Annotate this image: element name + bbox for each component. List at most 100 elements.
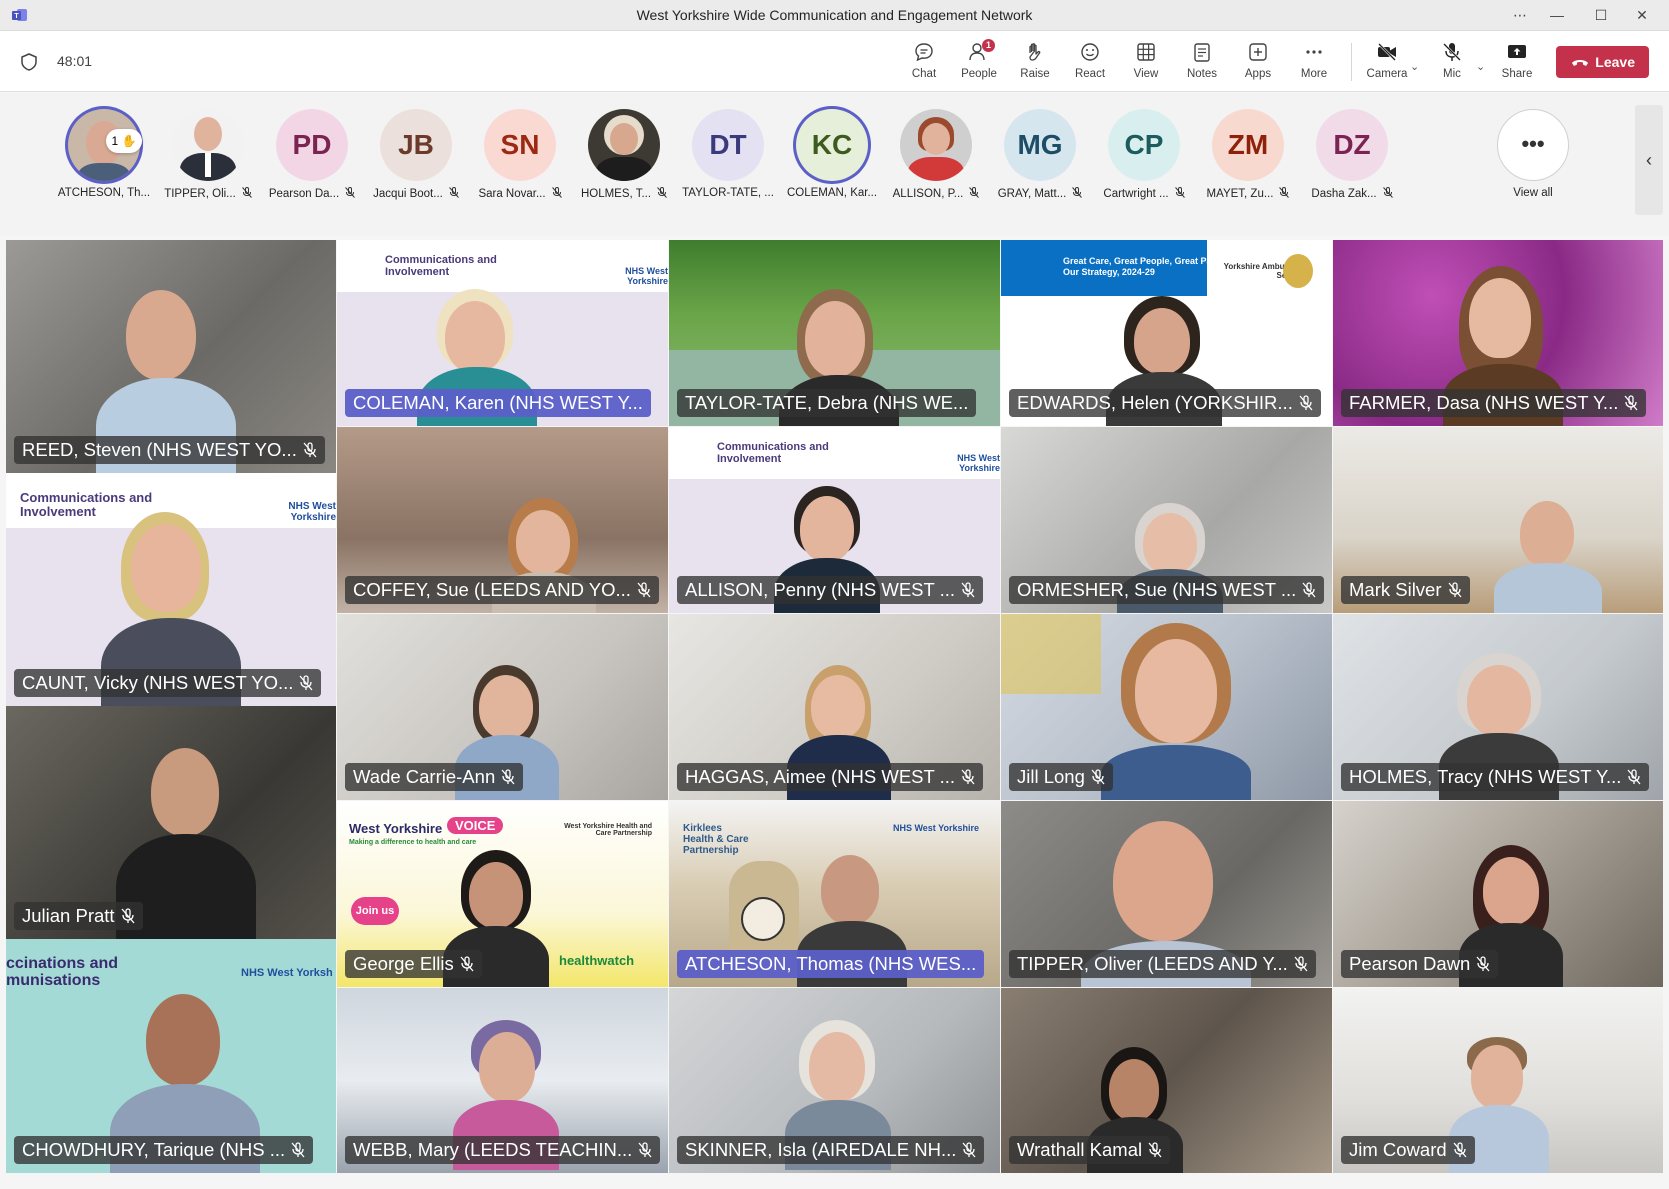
participant-nameplate: HOLMES, Tracy (NHS WEST Y... [1341,763,1650,791]
chat-icon [915,43,933,62]
shield-icon[interactable] [20,53,38,71]
mic-off-icon [501,769,515,785]
view-label: View [1133,68,1159,80]
clock-icon [741,897,785,941]
video-tile[interactable]: Jim Coward [1333,988,1663,1173]
participant-name: COLEMAN, Kar... [786,187,878,199]
mic-off-icon [303,442,317,458]
participant-nameplate: SKINNER, Isla (AIREDALE NH... [677,1136,985,1164]
people-button[interactable]: 1 People [953,39,1005,85]
minimize-button[interactable]: — [1544,4,1570,26]
video-tile[interactable]: Communications and Involvement NHS West Y… [337,240,668,426]
leave-button[interactable]: Leave [1556,46,1649,78]
video-tile[interactable]: Kirklees Health & Care Partnership NHS W… [669,801,1000,987]
react-button[interactable]: React [1064,41,1116,85]
video-tile[interactable]: HOLMES, Tracy (NHS WEST Y... [1333,614,1663,800]
participant-avatar[interactable]: KC COLEMAN, Kar... [782,109,882,199]
video-tile[interactable]: TAYLOR-TATE, Debra (NHS WE... [669,240,1000,426]
join-us-bubble: Join us [351,897,399,925]
mic-off-icon [1624,395,1638,411]
participant-avatar[interactable]: HOLMES, T... [574,109,674,200]
video-tile[interactable]: ccinations and munisations NHS West Yorks… [6,939,336,1173]
video-tile[interactable]: Pearson Dawn [1333,801,1663,987]
participant-avatar[interactable]: PD Pearson Da... [262,109,362,200]
view-all-button[interactable]: ••• View all [1483,109,1583,199]
camera-button[interactable]: Camera [1361,41,1413,85]
participant-nameplate: CAUNT, Vicky (NHS WEST YO... [14,669,322,697]
participant-avatar[interactable]: ALLISON, P... [886,109,986,200]
camera-options-chevron-icon[interactable]: ⌄ [1410,60,1419,73]
video-tile[interactable]: ORMESHER, Sue (NHS WEST ... [1001,427,1332,613]
avatar-initials: ZM [1212,109,1284,181]
video-tile[interactable]: TIPPER, Oliver (LEEDS AND Y... [1001,801,1332,987]
participant-name: Sara Novar... [478,188,546,200]
meeting-toolbar: 48:01 Chat 1 People Raise React View Not… [0,31,1669,92]
mic-off-icon [1091,769,1105,785]
video-tile[interactable]: HAGGAS, Aimee (NHS WEST ... [669,614,1000,800]
mic-off-icon [291,1142,305,1158]
mic-off-icon [1148,1142,1162,1158]
ambulance-crest-icon [1283,254,1313,288]
participant-avatar[interactable]: DZ Dasha Zak... [1302,109,1402,200]
mic-off-icon [1448,582,1462,598]
more-options-icon[interactable]: ⋯ [1507,4,1533,26]
chat-button[interactable]: Chat [898,41,950,85]
mic-off-icon [1453,1142,1467,1158]
video-tile[interactable]: REED, Steven (NHS WEST YO... [6,240,336,473]
apps-button[interactable]: Apps [1232,41,1284,85]
raised-hand-count: 1 ✋ [106,129,142,153]
collapse-panel-chevron-icon[interactable]: ‹ [1635,105,1663,215]
camera-label: Camera [1366,68,1408,80]
close-button[interactable]: ✕ [1629,4,1655,26]
participant-avatar[interactable]: MG GRAY, Matt... [990,109,1090,200]
mic-off-icon [345,187,356,198]
participant-avatar[interactable]: JB Jacqui Boot... [366,109,466,200]
mic-button[interactable]: Mic [1426,41,1478,85]
video-tile[interactable]: COFFEY, Sue (LEEDS AND YO... [337,427,668,613]
title-bar: T West Yorkshire Wide Communication and … [0,0,1669,31]
video-tile[interactable]: West Yorkshire VOICE Making a difference… [337,801,668,987]
participant-name: Dasha Zak... [1311,188,1377,200]
video-tile[interactable]: Jill Long [1001,614,1332,800]
mic-off-icon [551,187,562,198]
share-button[interactable]: Share [1491,41,1543,85]
participant-avatar[interactable]: CP Cartwright ... [1094,109,1194,200]
participant-avatar[interactable]: SN Sara Novar... [470,109,570,200]
more-button[interactable]: More [1288,41,1340,85]
video-tile[interactable]: SKINNER, Isla (AIREDALE NH... [669,988,1000,1173]
raise-hand-button[interactable]: Raise [1009,41,1061,85]
participant-avatar[interactable]: 1 ✋ ATCHESON, Th... [54,109,154,199]
grid-view-icon [1137,43,1155,61]
video-tile[interactable]: Wade Carrie-Ann [337,614,668,800]
mic-off-icon [962,1142,976,1158]
video-tile[interactable]: Communications and Involvement NHS West Y… [6,473,336,706]
mic-off-icon [299,675,313,691]
participant-nameplate: COFFEY, Sue (LEEDS AND YO... [345,576,659,604]
participant-avatar[interactable]: DT TAYLOR-TATE, ... [678,109,778,199]
participant-name: GRAY, Matt... [997,188,1067,200]
healthwatch-logo: healthwatch [559,953,635,968]
video-tile[interactable]: Mark Silver [1333,427,1663,613]
video-tile[interactable]: Communications and Involvement NHS West Y… [669,427,1000,613]
participant-strip: 1 ✋ ATCHESON, Th... TIPPER, Oli... PD Pe… [0,93,1669,236]
participant-avatar[interactable]: TIPPER, Oli... [158,109,258,200]
participant-nameplate: WEBB, Mary (LEEDS TEACHIN... [345,1136,660,1164]
participant-name: ALLISON, P... [892,188,964,200]
participant-nameplate: REED, Steven (NHS WEST YO... [14,436,325,464]
video-tile[interactable]: FARMER, Dasa (NHS WEST Y... [1333,240,1663,426]
apps-label: Apps [1244,68,1272,80]
mic-off-icon [1072,187,1083,198]
video-tile[interactable]: Great Care, Great People, Great Partner:… [1001,240,1332,426]
participant-name: HOLMES, T... [580,188,652,200]
video-tile[interactable]: Wrathall Kamal [1001,988,1332,1173]
view-button[interactable]: View [1120,41,1172,85]
share-screen-icon [1508,45,1526,58]
maximize-button[interactable]: ☐ [1588,4,1614,26]
video-tile[interactable]: Julian Pratt [6,706,336,939]
video-tile[interactable]: WEBB, Mary (LEEDS TEACHIN... [337,988,668,1173]
participant-nameplate: ORMESHER, Sue (NHS WEST ... [1009,576,1324,604]
participant-avatar[interactable]: ZM MAYET, Zu... [1198,109,1298,200]
mic-options-chevron-icon[interactable]: ⌄ [1476,60,1485,73]
avatar-initials: DT [692,109,764,181]
notes-button[interactable]: Notes [1176,41,1228,85]
